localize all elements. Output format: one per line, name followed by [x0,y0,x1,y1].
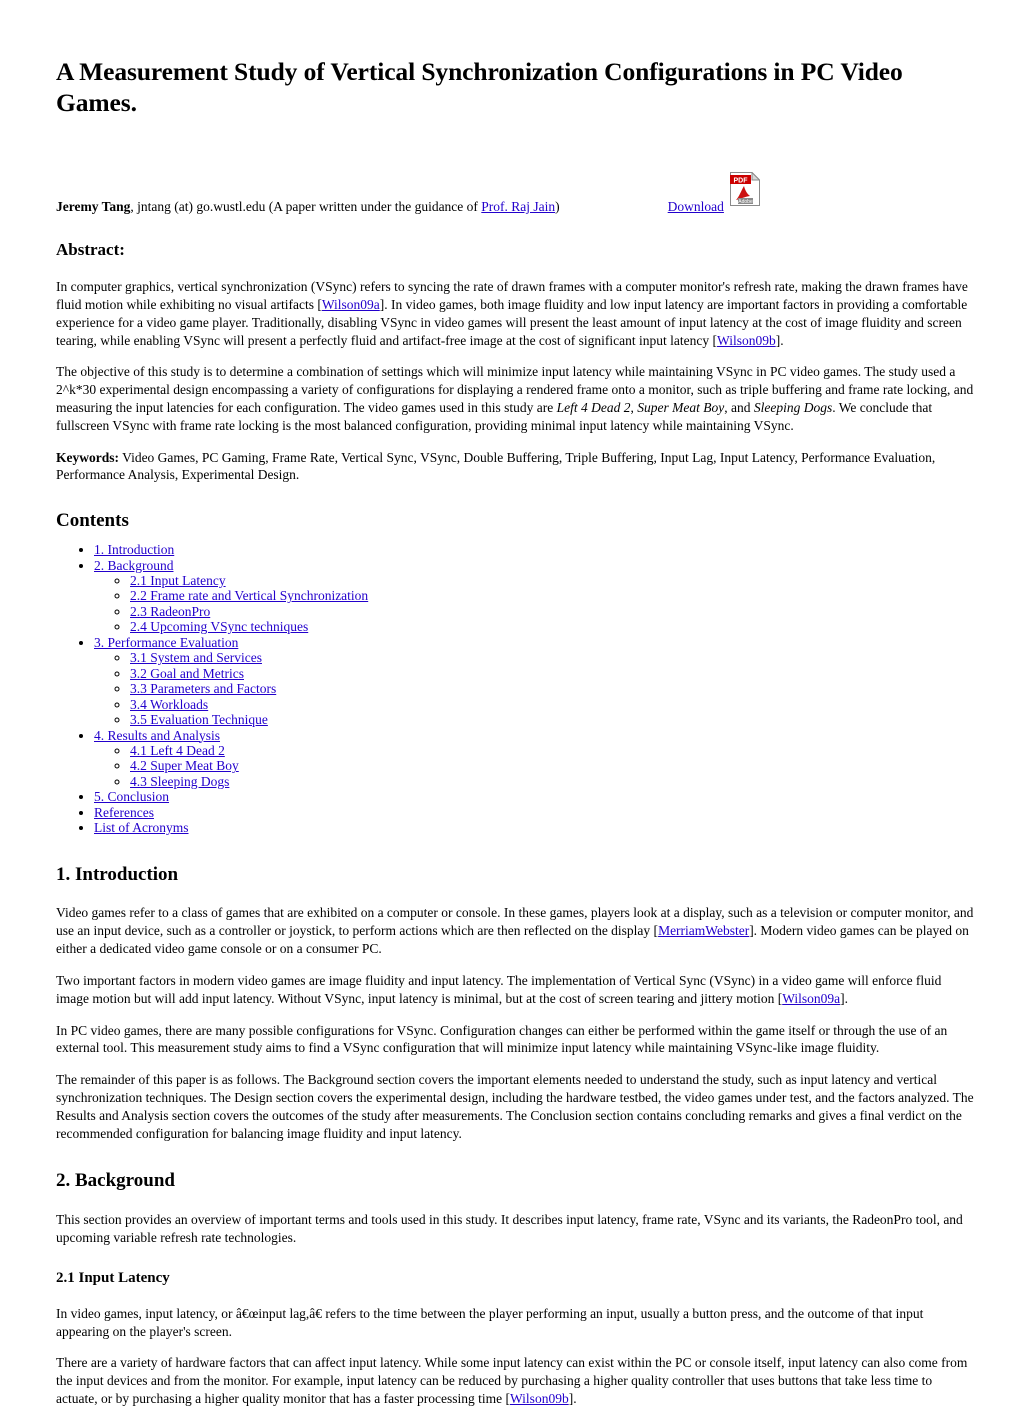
advisor-link[interactable]: Prof. Raj Jain [481,199,555,214]
introduction-paragraph-3: In PC video games, there are many possib… [56,1022,948,1056]
abstract-paragraph-2: The objective of this study is to determ… [56,363,976,434]
intro-p2-text-b: ]. [840,990,849,1006]
toc-subitem: 4.1 Left 4 Dead 2 [130,743,976,758]
background-heading: 2. Background [56,1170,175,1192]
toc-item: 3. Performance Evaluation 3.1 System and… [94,635,976,728]
game-title-left4dead2: Left 4 Dead 2 [556,400,631,416]
input-latency-paragraph-1: In video games, input latency, or â€œinp… [56,1305,924,1339]
byline-row: Jeremy Tang, jntang (at) go.wustl.edu (A… [56,172,976,216]
keywords-label: Keywords: [56,449,119,465]
author-affiliation: , jntang (at) go.wustl.edu (A paper writ… [130,199,482,215]
citation-link-wilson09a[interactable]: Wilson09a [322,297,380,312]
toc-item: 4. Results and Analysis 4.1 Left 4 Dead … [94,728,976,790]
toc-link-3-5[interactable]: 3.5 Evaluation Technique [130,712,268,727]
toc-link-4-3[interactable]: 4.3 Sleeping Dogs [130,774,229,789]
toc-link-2-2[interactable]: 2.2 Frame rate and Vertical Synchronizat… [130,588,368,603]
toc-link-3-1[interactable]: 3.1 System and Services [130,650,262,665]
toc-item: List of Acronyms [94,820,976,835]
toc-link-results-analysis[interactable]: 4. Results and Analysis [94,728,220,743]
toc-item: 2. Background 2.1 Input Latency 2.2 Fram… [94,558,976,635]
introduction-paragraph-2: Two important factors in modern video ga… [56,972,976,1008]
input-latency-heading: 2.1 Input Latency [56,1269,170,1286]
introduction-paragraph-4: The remainder of this paper is as follow… [56,1072,974,1141]
download-block: Download PDF Adobe [668,172,760,216]
game-title-sleepingdogs: Sleeping Dogs [753,400,833,416]
background-paragraph-1: This section provides an overview of imp… [56,1212,963,1246]
game-title-supermeatboy: Super Meat Boy [637,400,725,416]
toc-link-3-2[interactable]: 3.2 Goal and Metrics [130,666,244,681]
toc-link-3-4[interactable]: 3.4 Workloads [130,697,208,712]
toc-subitem: 2.2 Frame rate and Vertical Synchronizat… [130,588,976,603]
toc-link-acronyms[interactable]: List of Acronyms [94,820,189,835]
svg-text:PDF: PDF [733,178,748,185]
introduction-paragraph-1: Video games refer to a class of games th… [56,904,976,957]
byline-tail: ) [555,199,560,215]
toc-sublist-performance: 3.1 System and Services 3.2 Goal and Met… [94,650,976,727]
toc-link-references[interactable]: References [94,805,154,820]
toc-link-2-1[interactable]: 2.1 Input Latency [130,573,226,588]
input-latency-p2-text-b: ]. [568,1391,577,1407]
citation-link-wilson09b[interactable]: Wilson09b [717,333,776,348]
toc-subitem: 4.3 Sleeping Dogs [130,774,976,789]
toc-link-4-2[interactable]: 4.2 Super Meat Boy [130,758,239,773]
toc-link-background[interactable]: 2. Background [94,558,173,573]
toc-sublist-results: 4.1 Left 4 Dead 2 4.2 Super Meat Boy 4.3… [94,743,976,789]
author-name: Jeremy Tang [56,199,131,215]
toc-link-2-4[interactable]: 2.4 Upcoming VSync techniques [130,619,308,634]
page-title: A Measurement Study of Vertical Synchron… [56,57,903,118]
toc-subitem: 3.2 Goal and Metrics [130,666,976,681]
keywords-paragraph: Keywords: Video Games, PC Gaming, Frame … [56,449,976,485]
abstract-paragraph-1: In computer graphics, vertical synchroni… [56,278,976,349]
document-page: A Measurement Study of Vertical Synchron… [0,0,1020,1428]
toc-subitem: 2.3 RadeonPro [130,604,976,619]
citation-link-wilson09a-intro[interactable]: Wilson09a [782,991,840,1006]
toc-sublist-background: 2.1 Input Latency 2.2 Frame rate and Ver… [94,573,976,635]
toc-subitem: 3.4 Workloads [130,697,976,712]
abstract-heading: Abstract: [56,239,125,259]
toc-link-2-3[interactable]: 2.3 RadeonPro [130,604,210,619]
toc-item: 5. Conclusion [94,789,976,804]
keywords-text: Video Games, PC Gaming, Frame Rate, Vert… [56,449,936,483]
svg-text:Adobe: Adobe [738,199,753,205]
pdf-file-icon[interactable]: PDF Adobe [729,172,760,207]
input-latency-paragraph-2: There are a variety of hardware factors … [56,1354,976,1407]
toc-item: References [94,805,976,820]
toc-subitem: 3.5 Evaluation Technique [130,712,976,727]
abstract-p1-text-c: ]. [775,332,784,348]
citation-link-wilson09b-bg[interactable]: Wilson09b [510,1391,569,1406]
contents-heading: Contents [56,510,129,532]
toc-subitem: 2.4 Upcoming VSync techniques [130,619,976,634]
toc-subitem: 3.1 System and Services [130,650,976,665]
toc-link-3-3[interactable]: 3.3 Parameters and Factors [130,681,276,696]
toc-link-4-1[interactable]: 4.1 Left 4 Dead 2 [130,743,225,758]
toc-link-introduction[interactable]: 1. Introduction [94,542,174,557]
table-of-contents: 1. Introduction 2. Background 2.1 Input … [56,542,976,836]
toc-subitem: 3.3 Parameters and Factors [130,681,976,696]
citation-link-merriamwebster[interactable]: MerriamWebster [658,923,749,938]
abstract-sep-2: , and [724,400,754,416]
toc-subitem: 2.1 Input Latency [130,573,976,588]
toc-item: 1. Introduction [94,542,976,557]
introduction-heading: 1. Introduction [56,863,179,885]
toc-link-conclusion[interactable]: 5. Conclusion [94,789,169,804]
toc-link-performance-evaluation[interactable]: 3. Performance Evaluation [94,635,238,650]
byline: Jeremy Tang, jntang (at) go.wustl.edu (A… [56,176,560,216]
toc-subitem: 4.2 Super Meat Boy [130,758,976,773]
download-link[interactable]: Download [668,198,724,216]
